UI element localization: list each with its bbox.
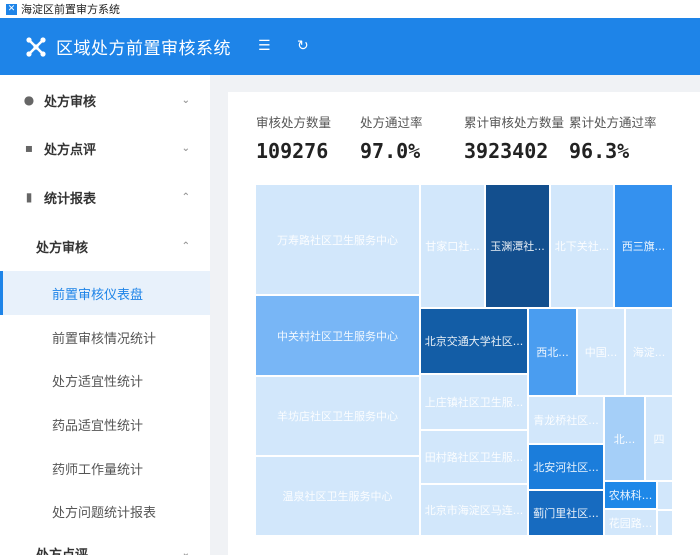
comment-icon: ▪ (24, 141, 34, 155)
treemap-tile[interactable]: 玉渊潭社... (486, 185, 549, 307)
stat-label: 审核处方数量 (256, 115, 332, 130)
sidebar-item[interactable]: 药品适宜性统计 (0, 402, 210, 446)
user-icon: ● (23, 93, 35, 107)
treemap-tile[interactable]: 上庄镇社区卫生服... (421, 375, 527, 429)
stat-total-pass-rate: 累计处方通过率 96.3% (569, 112, 657, 163)
sidebar-item[interactable]: 处方点评 ⌄ (0, 531, 210, 555)
treemap-tile[interactable] (658, 482, 672, 509)
stat-reviewed-count: 审核处方数量 109276 (256, 112, 331, 163)
sidebar-item[interactable]: 处方审核 ⌃ (0, 224, 210, 268)
logo-icon (26, 36, 46, 57)
sidebar: ● 处方审核 ⌄ ▪ 处方点评 ⌄ ▮ 统计报表 ⌃ 处方审核 ⌃ 前置审核仪表盘 前置审核情况统计 处方… (0, 75, 210, 555)
stat-label: 累计审核处方数量 (464, 115, 565, 130)
sidebar-item-label: 处方点评 (36, 547, 89, 555)
treemap-tile[interactable]: 四 (646, 397, 672, 480)
treemap-tile[interactable]: 甘家口社... (421, 185, 484, 307)
stat-value: 3923402 (464, 139, 549, 163)
window-titlebar: ✕ 海淀区前置审方系统 (0, 0, 700, 18)
treemap-tile[interactable]: 万寿路社区卫生服务中心 (256, 185, 419, 294)
treemap-tile[interactable]: 温泉社区卫生服务中心 (256, 457, 419, 535)
stat-value: 109276 (256, 139, 329, 163)
sidebar-item[interactable]: 处方问题统计报表 (0, 489, 210, 533)
stat-pass-rate: 处方通过率 97.0% (360, 112, 423, 163)
sidebar-item-label: 处方审核 (44, 94, 97, 110)
stat-value: 97.0% (360, 139, 421, 163)
app-title: 区域处方前置审核系统 (56, 39, 231, 59)
sidebar-item[interactable]: ● 处方审核 ⌄ (0, 78, 210, 122)
sidebar-item-label: 前置审核仪表盘 (52, 287, 144, 303)
sidebar-item-label: 处方点评 (44, 142, 97, 158)
treemap-tile[interactable]: 青龙桥社区... (529, 397, 603, 443)
treemap-tile[interactable]: 中关村社区卫生服务中心 (256, 296, 419, 375)
chevron-icon: ⌄ (181, 547, 190, 555)
bar-chart-icon: ▮ (25, 190, 33, 204)
menu-toggle-icon[interactable]: ☰ (258, 38, 271, 54)
treemap-tile[interactable]: 北... (605, 397, 644, 480)
treemap-tile[interactable]: 西北... (529, 309, 576, 395)
sidebar-item[interactable]: 前置审核仪表盘 (0, 271, 210, 315)
window-title: 海淀区前置审方系统 (21, 3, 120, 16)
treemap-tile[interactable]: 中国... (578, 309, 624, 395)
treemap-tile[interactable]: 农林科... (605, 482, 656, 508)
treemap-tile[interactable]: 北安河社区... (529, 445, 603, 489)
chevron-icon: ⌄ (181, 142, 190, 154)
sidebar-item-label: 统计报表 (44, 191, 97, 207)
app-icon: ✕ (6, 3, 17, 15)
sidebar-item-label: 前置审核情况统计 (52, 331, 157, 347)
treemap-tile[interactable]: 花园路... (605, 510, 656, 535)
chevron-icon: ⌄ (181, 94, 190, 106)
treemap-tile[interactable]: 北京市海淀区马连... (421, 485, 527, 535)
treemap-tile[interactable]: 羊坊店社区卫生服务中心 (256, 377, 419, 455)
treemap-tile[interactable]: 北京交通大学社区... (421, 309, 527, 373)
sidebar-item-label: 药师工作量统计 (52, 462, 144, 478)
sidebar-item[interactable]: 处方适宜性统计 (0, 358, 210, 402)
treemap-tile[interactable]: 北下关社... (551, 185, 613, 307)
treemap-tile[interactable]: 海淀... (626, 309, 672, 395)
sidebar-item-label: 处方适宜性统计 (52, 374, 144, 390)
chevron-icon: ⌃ (181, 240, 190, 252)
sidebar-item[interactable]: 药师工作量统计 (0, 446, 210, 490)
app-header: 区域处方前置审核系统 ☰ ↻ (0, 18, 700, 75)
sidebar-item[interactable]: ▮ 统计报表 ⌃ (0, 175, 210, 219)
sidebar-item-label: 处方问题统计报表 (52, 505, 157, 521)
treemap-tile[interactable]: 蓟门里社区... (529, 491, 603, 535)
stat-label: 累计处方通过率 (569, 115, 657, 130)
sidebar-item[interactable]: ▪ 处方点评 ⌄ (0, 126, 210, 170)
sidebar-item[interactable]: 前置审核情况统计 (0, 315, 210, 359)
stat-label: 处方通过率 (360, 115, 423, 130)
treemap-tile[interactable] (658, 511, 672, 535)
stat-total-count: 累计审核处方数量 3923402 (464, 112, 564, 163)
treemap-tile[interactable]: 西三旗... (615, 185, 672, 307)
refresh-icon[interactable]: ↻ (297, 38, 309, 54)
stat-value: 96.3% (569, 139, 630, 163)
treemap-tile[interactable]: 田村路社区卫生服... (421, 431, 527, 483)
sidebar-item-label: 处方审核 (36, 240, 89, 256)
chevron-icon: ⌃ (181, 191, 190, 203)
sidebar-item-label: 药品适宜性统计 (52, 418, 144, 434)
